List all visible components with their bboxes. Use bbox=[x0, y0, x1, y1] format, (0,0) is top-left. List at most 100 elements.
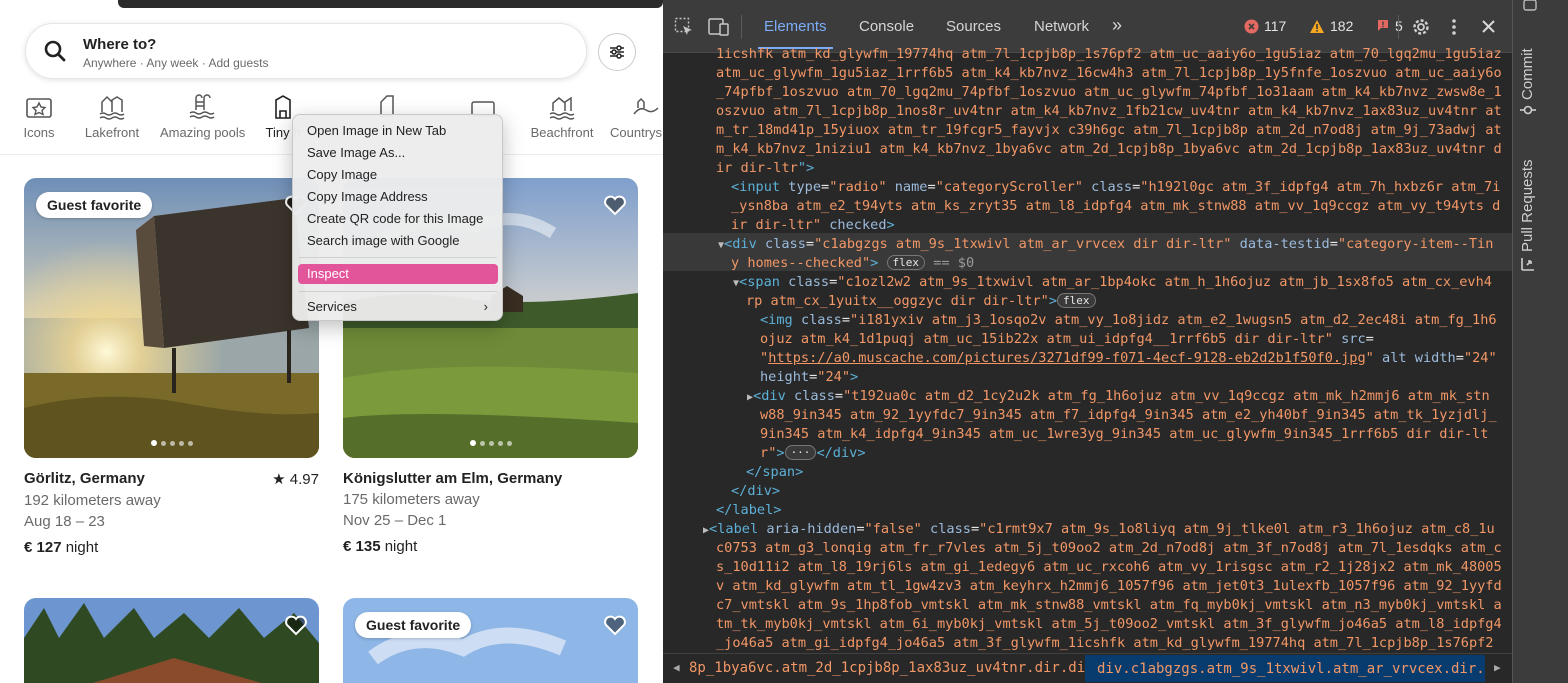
tab-sources[interactable]: Sources bbox=[946, 18, 1001, 35]
label-node[interactable]: ▶<label aria-hidden="false" class="c1rmt… bbox=[703, 520, 1495, 540]
pull-request-icon bbox=[1521, 258, 1534, 271]
input-node[interactable]: <input type="radio" name="categoryScroll… bbox=[731, 178, 1500, 197]
listing-photo[interactable]: Guest favorite bbox=[343, 598, 638, 683]
img-node[interactable]: <img class="i181yxiv atm_j3_1osqo2v atm_… bbox=[760, 311, 1497, 330]
error-count[interactable]: 117 bbox=[1244, 18, 1286, 34]
listing-photo[interactable]: Guest favorite bbox=[24, 178, 319, 458]
device-toolbar-icon[interactable] bbox=[708, 17, 730, 37]
error-icon bbox=[1244, 19, 1259, 33]
tab-network[interactable]: Network bbox=[1034, 18, 1089, 35]
warning-count-value: 182 bbox=[1330, 18, 1354, 34]
menu-separator bbox=[299, 291, 497, 292]
menu-separator bbox=[299, 257, 497, 258]
chevron-left-icon[interactable]: ◀ bbox=[673, 654, 680, 682]
listing-rating: ★ 4.97 bbox=[272, 471, 319, 488]
code-fragment: 24 bbox=[1472, 350, 1489, 366]
breadcrumb-item-selected[interactable]: div.c1abgzgs.atm_9s_1txwivl.atm_ar_vrvce… bbox=[1085, 655, 1485, 682]
heart-icon[interactable] bbox=[602, 192, 628, 218]
code-fragment: y homes--checked bbox=[731, 255, 862, 271]
listing-title-row: Königslutter am Elm, Germany bbox=[343, 470, 638, 487]
listing-distance: 192 kilometers away bbox=[24, 492, 161, 509]
heart-icon[interactable] bbox=[283, 612, 309, 638]
listing-title: Königslutter am Elm, Germany bbox=[343, 470, 563, 487]
price-unit: night bbox=[65, 539, 99, 556]
div-node[interactable]: ▶<div class="t192ua0c atm_d2_1cy2u2k atm… bbox=[747, 387, 1490, 407]
issues-flag-icon bbox=[1378, 20, 1388, 31]
listing-card[interactable] bbox=[24, 598, 319, 683]
settings-gear-icon[interactable] bbox=[1411, 17, 1431, 37]
code-line: v atm_kd_glywfm atm_tl_1gw4zv3 atm_keyhr… bbox=[716, 578, 1502, 594]
selected-div-node[interactable]: ▼<div class="c1abgzgs atm_9s_1txwivl atm… bbox=[718, 235, 1493, 255]
code-line: w88_9in345 atm_92_1yyfdc7_9in345 atm_f7_… bbox=[760, 407, 1497, 423]
menu-services[interactable]: Services bbox=[307, 297, 357, 317]
menu-open-image-new-tab[interactable]: Open Image in New Tab bbox=[307, 121, 446, 141]
code-fragment: t192ua0c atm_d2_1cy2u2k atm_fg_1h6ojuz a… bbox=[851, 388, 1490, 404]
ellipsis-badge[interactable]: ··· bbox=[784, 445, 817, 460]
category-amazing-pools[interactable]: Amazing pools bbox=[160, 92, 246, 140]
context-menu: Open Image in New Tab Save Image As... C… bbox=[292, 114, 503, 321]
menu-search-image-google[interactable]: Search image with Google bbox=[307, 231, 459, 251]
carousel-dots bbox=[343, 440, 638, 446]
toolbar-divider bbox=[1398, 15, 1399, 39]
listing-photo[interactable] bbox=[24, 598, 319, 683]
menu-create-qr-code[interactable]: Create QR code for this Image bbox=[307, 209, 483, 229]
category-lakefront[interactable]: Lakefront bbox=[84, 92, 140, 140]
listing-card[interactable]: Guest favorite bbox=[343, 598, 638, 683]
flex-badge[interactable]: flex bbox=[886, 255, 926, 270]
heart-icon[interactable] bbox=[602, 612, 628, 638]
commit-tab[interactable]: Commit bbox=[1519, 48, 1536, 100]
category-icons[interactable]: Icons bbox=[22, 92, 56, 140]
listing-price: € 135 night bbox=[343, 538, 638, 555]
carousel-dots bbox=[24, 440, 319, 446]
code-fragment: c1rmt9x7 atm_9s_1o8liyq atm_9j_tlke0l at… bbox=[987, 521, 1495, 537]
chevron-right-icon[interactable]: ▶ bbox=[1494, 654, 1501, 682]
category-label: Amazing pools bbox=[160, 125, 246, 140]
code-line: m_tr_18md41p_15yiuox atm_tr_19fcgr5_fayv… bbox=[716, 122, 1502, 138]
pull-requests-tab[interactable]: Pull Requests bbox=[1519, 159, 1536, 252]
warning-count[interactable]: 182 bbox=[1309, 18, 1353, 34]
code-fragment: ir dir-ltr bbox=[731, 217, 813, 233]
code-line: tm_tk_myb0kj_vmtskl atm_6i_myb0kj_vmtskl… bbox=[716, 616, 1502, 632]
filters-button[interactable] bbox=[598, 33, 636, 71]
price-value: € 127 bbox=[24, 539, 62, 556]
tab-elements[interactable]: Elements bbox=[758, 18, 833, 49]
code-line: height="24"> bbox=[760, 369, 859, 385]
menu-save-image-as[interactable]: Save Image As... bbox=[307, 143, 405, 163]
span-node[interactable]: ▼<span class="c1ozl2w2 atm_9s_1txwivl at… bbox=[733, 273, 1492, 293]
side-icon bbox=[1523, 0, 1537, 11]
category-label: Lakefront bbox=[84, 125, 140, 140]
listing-image bbox=[24, 178, 319, 458]
code-fragment: c1ozl2w2 atm_9s_1txwivl atm_ar_1bp4okc a… bbox=[845, 274, 1492, 290]
tab-console[interactable]: Console bbox=[859, 18, 914, 35]
code-fragment: r bbox=[760, 445, 769, 461]
category-countryside[interactable]: Countrys bbox=[610, 92, 663, 140]
menu-copy-image-address[interactable]: Copy Image Address bbox=[307, 187, 428, 207]
price-unit: night bbox=[384, 538, 418, 555]
code-line: y homes--checked"> flex == $0 bbox=[731, 255, 975, 271]
beachfront-icon bbox=[549, 96, 575, 120]
more-options-icon[interactable] bbox=[1450, 17, 1458, 37]
page-top bbox=[0, 0, 663, 10]
code-line: atm_uc_glywfm_1gu5iaz_1rrf6b5 atm_k4_kb7… bbox=[716, 65, 1502, 81]
more-tabs-icon[interactable]: » bbox=[1112, 15, 1122, 36]
close-icon[interactable] bbox=[1481, 19, 1496, 34]
breadcrumb-bar: ◀ 8p_1bya6vc.atm_2d_1cpjb8p_1ax83uz_uv4t… bbox=[663, 653, 1512, 683]
category-beachfront[interactable]: Beachfront bbox=[530, 92, 594, 140]
search-title: Where to? bbox=[83, 36, 157, 53]
code-line: ir dir-ltr"> bbox=[716, 160, 815, 176]
flex-badge[interactable]: flex bbox=[1057, 293, 1096, 308]
code-line: 9in345 atm_k4_idpfg4_9in345 atm_uc_1wre3… bbox=[760, 426, 1489, 442]
menu-copy-image[interactable]: Copy Image bbox=[307, 165, 377, 185]
search-bar[interactable]: Where to? Anywhere · Any week · Add gues… bbox=[25, 23, 587, 79]
img-src-link[interactable]: https://a0.muscache.com/pictures/3271df9… bbox=[768, 350, 1365, 366]
page-top-bar bbox=[118, 0, 663, 8]
pull-requests-label: Pull Requests bbox=[1519, 159, 1536, 252]
tab-elements-label: Elements bbox=[764, 18, 827, 35]
guest-favorite-badge: Guest favorite bbox=[36, 192, 153, 218]
listing-card[interactable]: Guest favorite Görlitz, Germany ★ 4.97 19… bbox=[24, 178, 319, 556]
menu-inspect[interactable]: Inspect bbox=[298, 264, 498, 284]
listing-image bbox=[343, 598, 638, 683]
code-fragment: 24 bbox=[825, 369, 842, 385]
breadcrumb-item[interactable]: 8p_1bya6vc.atm_2d_1cpjb8p_1ax83uz_uv4tnr… bbox=[689, 654, 1127, 682]
inspect-element-icon[interactable] bbox=[674, 17, 694, 37]
